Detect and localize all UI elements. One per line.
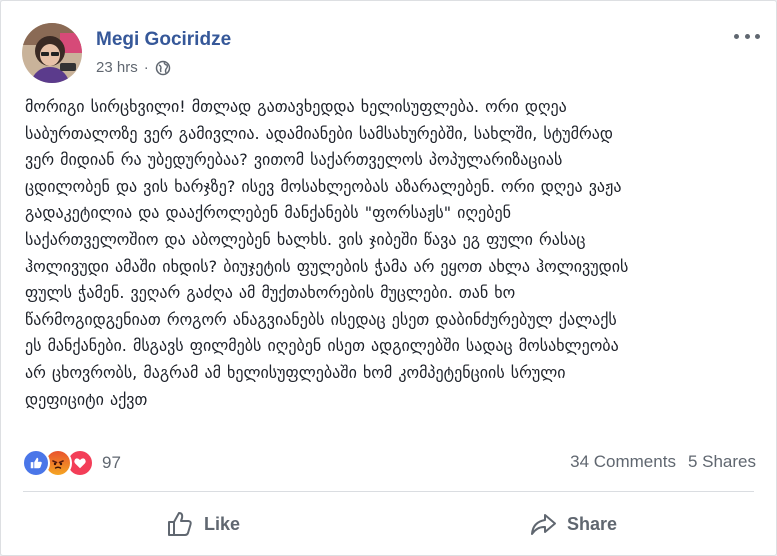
post-text-line: ვერ მიდიან რა უბედურებაა? ვითომ საქართვე… xyxy=(25,150,563,170)
shares-count-link[interactable]: 5 Shares xyxy=(688,452,756,472)
post-meta: 23 hrs · xyxy=(96,59,171,76)
comments-count-link[interactable]: 34 Comments xyxy=(570,452,676,472)
reaction-count: 97 xyxy=(102,453,121,472)
like-button[interactable]: Like xyxy=(166,504,240,544)
share-arrow-icon xyxy=(529,510,557,538)
post-text-line: ცდილობენ და ვის ხარჯზე? ისევ მოსახლეობას… xyxy=(25,176,622,196)
post-text-line: დეფიციტი აქვთ xyxy=(25,389,148,409)
post-text-line: ფულს ჭამენ. ვეღარ გაძღა ამ მუქთახორების … xyxy=(25,283,516,303)
post-card: Megi Gociridze 23 hrs · მორიგი სირცხვილი… xyxy=(0,0,777,556)
globe-icon[interactable] xyxy=(155,60,171,76)
like-reaction-icon xyxy=(22,449,50,477)
post-text-line: საბურთალოზე ვერ გამივლია. ადამიანები სამ… xyxy=(25,123,613,143)
meta-separator: · xyxy=(143,59,149,76)
post-text-line: არ ცხოვრობს, მაგრამ ამ ხელისუფლებაში ხომ… xyxy=(25,362,566,382)
more-options-icon[interactable] xyxy=(734,27,760,45)
avatar[interactable] xyxy=(22,23,82,83)
post-text-line: საქართველოშიო და აბოლებენ ხალხს. ვის ჯიბ… xyxy=(25,229,586,249)
post-text-line: წარმოგიდგენიათ როგორ ანაგვიანებს ისედაც … xyxy=(25,309,617,329)
thumbs-up-icon xyxy=(166,510,194,538)
reactions-summary[interactable]: 97 xyxy=(22,449,121,477)
actions-divider xyxy=(23,491,754,492)
author-name[interactable]: Megi Gociridze xyxy=(96,29,231,51)
like-button-label: Like xyxy=(204,513,241,534)
share-button-label: Share xyxy=(567,513,618,534)
post-text-line: ეს მანქანები. მსგავს ფილმებს იღებენ ისეთ… xyxy=(25,336,619,356)
share-button[interactable]: Share xyxy=(529,504,617,544)
post-text-line: გადაკეტილია და დააქროლებენ მანქანებს "ფო… xyxy=(25,203,511,223)
post-text: მორიგი სირცხვილი! მთლად გათავხედდა ხელის… xyxy=(25,94,760,413)
post-stats: 34 Comments 5 Shares xyxy=(570,452,756,472)
post-text-line: ჰოლივუდი ამაში იხდის? ბიუჯეტის ფულების ჭ… xyxy=(25,256,629,276)
post-text-line: მორიგი სირცხვილი! მთლად გათავხედდა ხელის… xyxy=(25,97,567,116)
post-timestamp[interactable]: 23 hrs xyxy=(96,59,138,76)
